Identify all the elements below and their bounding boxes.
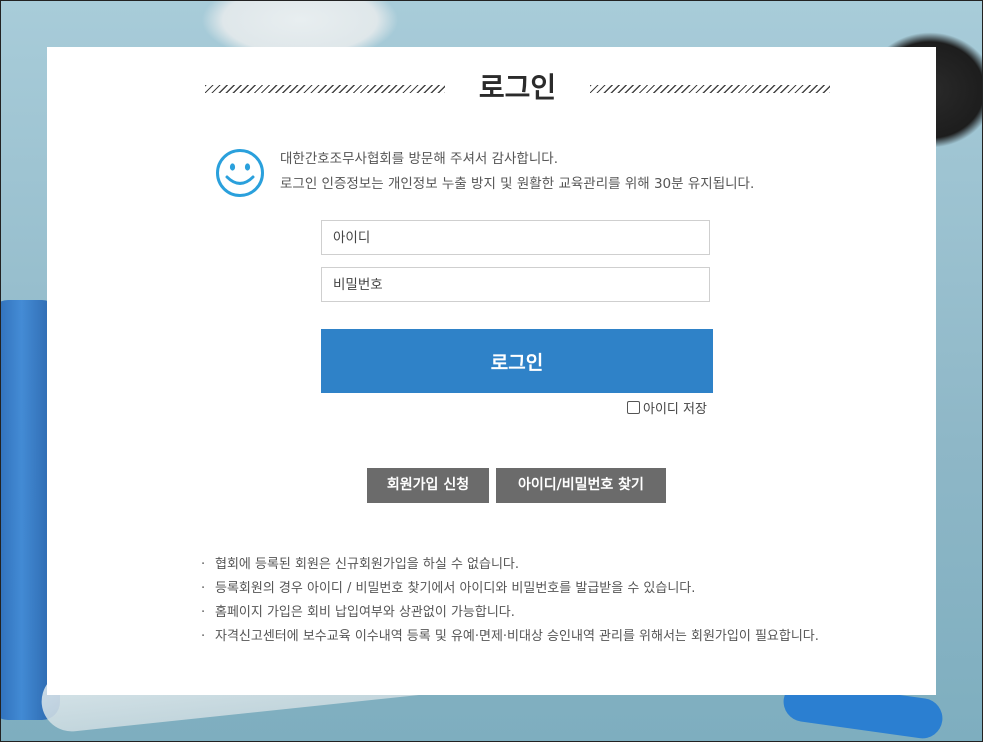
save-id-checkbox[interactable]: 아이디 저장 [627, 398, 707, 417]
title-row: 로그인 [205, 67, 830, 113]
welcome-message: 대한간호조무사협회를 방문해 주셔서 감사합니다. 로그인 인증정보는 개인정보… [280, 147, 754, 197]
save-id-label: 아이디 저장 [643, 402, 707, 417]
notice-list: 협회에 등록된 회원은 신규회원가입을 하실 수 없습니다. 등록회원의 경우 … [201, 553, 841, 649]
title-decoration-right [590, 85, 830, 93]
password-input[interactable] [321, 267, 710, 302]
notice-item: 협회에 등록된 회원은 신규회원가입을 하실 수 없습니다. [201, 553, 841, 577]
welcome-line-1: 대한간호조무사협회를 방문해 주셔서 감사합니다. [280, 151, 558, 167]
login-button[interactable]: 로그인 [321, 329, 713, 393]
login-card: 로그인 대한간호조무사협회를 방문해 주셔서 감사합니다. 로그인 인증정보는 … [47, 47, 936, 695]
smiley-face-icon [216, 149, 264, 197]
find-id-password-button[interactable]: 아이디/비밀번호 찾기 [496, 468, 666, 503]
id-input[interactable] [321, 220, 710, 255]
welcome-line-2: 로그인 인증정보는 개인정보 누출 방지 및 원활한 교육관리를 위해 30분 … [280, 176, 755, 192]
notice-item: 등록회원의 경우 아이디 / 비밀번호 찾기에서 아이디와 비밀번호를 발급받을… [201, 577, 841, 601]
join-button[interactable]: 회원가입 신청 [367, 468, 489, 503]
checkbox-box[interactable] [627, 401, 640, 414]
notice-item: 홈페이지 가입은 회비 납입여부와 상관없이 가능합니다. [201, 601, 841, 625]
notice-item: 자격신고센터에 보수교육 이수내역 등록 및 유예·면제·비대상 승인내역 관리… [201, 625, 841, 649]
